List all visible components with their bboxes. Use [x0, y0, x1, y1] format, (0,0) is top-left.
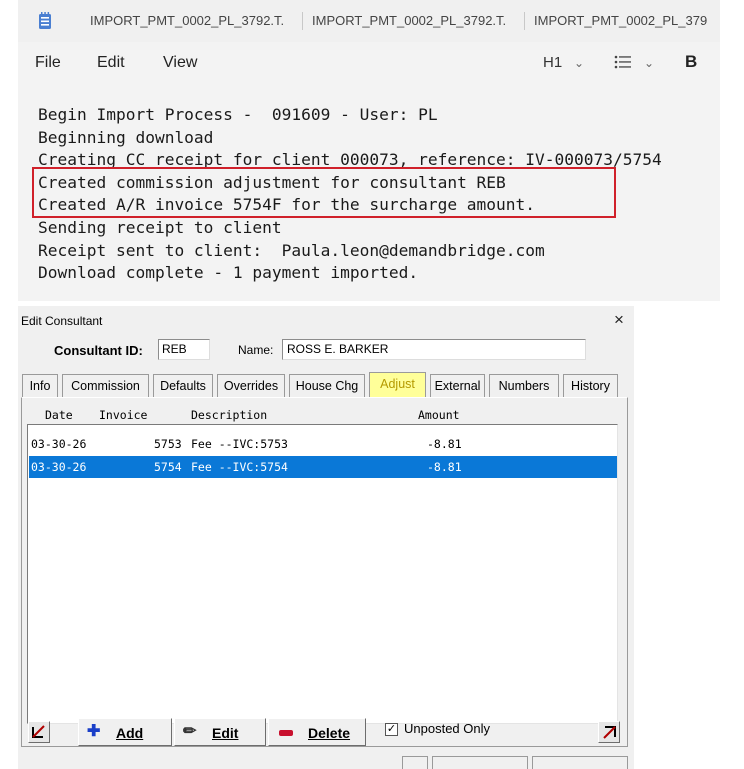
printer-icon[interactable]	[402, 756, 428, 769]
column-header-description[interactable]: Description	[191, 408, 267, 422]
row-date: 03-30-26	[31, 460, 87, 474]
bold-button[interactable]: B	[685, 52, 697, 72]
consultant-id-field[interactable]: REB	[158, 339, 210, 360]
first-record-button[interactable]	[28, 721, 50, 743]
edit-button[interactable]: ✏ Edit	[174, 718, 266, 746]
arrow-down-left-icon	[32, 725, 45, 738]
button-bar: ✚ Add ✏ Edit Delete	[18, 716, 634, 748]
partial-bottom-toolbar	[18, 756, 634, 769]
row-amount: -8.81	[427, 460, 462, 474]
tab-numbers[interactable]: Numbers	[489, 374, 559, 398]
text-line: Download complete - 1 payment imported.	[38, 263, 419, 283]
tab-info[interactable]: Info	[22, 374, 58, 398]
edit-consultant-dialog: Edit Consultant × Consultant ID: REB Nam…	[18, 306, 634, 769]
list-header: Date Invoice Description Amount	[18, 407, 634, 425]
add-button[interactable]: ✚ Add	[78, 718, 172, 746]
edit-button-label: Edit	[212, 725, 239, 741]
tab-external[interactable]: External	[430, 374, 485, 398]
notepad-tab-2[interactable]: IMPORT_PMT_0002_PL_3792.T.	[312, 10, 520, 32]
tab-adjust[interactable]: Adjust	[369, 372, 426, 398]
row-invoice: 5754	[154, 460, 182, 474]
last-record-button[interactable]	[598, 721, 620, 743]
exit-icon[interactable]	[532, 756, 628, 769]
tab-divider	[302, 12, 303, 30]
unposted-only-label[interactable]: Unposted Only	[404, 721, 490, 736]
list-item-selected[interactable]: 03-30-26 5754 Fee --IVC:5754 -8.81	[29, 456, 617, 478]
chevron-down-icon[interactable]: ⌄	[644, 55, 654, 71]
list-icon[interactable]	[614, 55, 632, 69]
tab-divider	[524, 12, 525, 30]
notepad-tab-1[interactable]: IMPORT_PMT_0002_PL_3792.T.	[90, 10, 298, 32]
column-header-amount[interactable]: Amount	[418, 408, 460, 422]
save-icon[interactable]	[432, 756, 528, 769]
text-line: Receipt sent to client: Paula.leon@deman…	[38, 240, 545, 260]
row-description: Fee --IVC:5753	[191, 437, 288, 451]
menu-file[interactable]: File	[35, 53, 61, 73]
notepad-menubar: File Edit View H1 ⌄ ⌄ B	[18, 42, 720, 82]
tab-commission[interactable]: Commission	[62, 374, 149, 398]
highlight-box	[32, 167, 616, 218]
name-field[interactable]: ROSS E. BARKER	[282, 339, 586, 360]
add-button-label: Add	[116, 725, 144, 741]
notepad-app-icon	[39, 12, 51, 29]
dialog-title: Edit Consultant	[21, 314, 103, 328]
tab-house-chg[interactable]: House Chg	[289, 374, 365, 398]
tab-row: Info Commission Defaults Overrides House…	[18, 372, 634, 398]
row-description: Fee --IVC:5754	[191, 460, 288, 474]
name-label: Name:	[238, 343, 274, 357]
menu-view[interactable]: View	[163, 53, 197, 73]
notepad-tab-3[interactable]: IMPORT_PMT_0002_PL_379	[534, 10, 720, 32]
text-line: Sending receipt to client	[38, 217, 282, 237]
list-item[interactable]: 03-30-26 5753 Fee --IVC:5753 -8.81	[29, 433, 617, 455]
row-invoice: 5753	[154, 437, 182, 451]
delete-button-label: Delete	[308, 725, 351, 741]
notepad-window: IMPORT_PMT_0002_PL_3792.T. IMPORT_PMT_00…	[18, 0, 720, 301]
unposted-only-checkbox[interactable]: ✓	[385, 723, 398, 736]
notepad-tab-strip: IMPORT_PMT_0002_PL_3792.T. IMPORT_PMT_00…	[18, 0, 720, 42]
tab-defaults[interactable]: Defaults	[153, 374, 213, 398]
close-icon[interactable]: ×	[609, 310, 629, 330]
text-line: Begin Import Process - 091609 - User: PL	[38, 105, 438, 124]
text-line: Beginning download	[38, 127, 214, 147]
tab-overrides[interactable]: Overrides	[217, 374, 285, 398]
arrow-up-right-icon	[603, 726, 616, 739]
minus-icon	[279, 730, 293, 736]
chevron-down-icon[interactable]: ⌄	[574, 55, 584, 71]
plus-icon: ✚	[87, 723, 101, 740]
delete-button[interactable]: Delete	[268, 718, 366, 746]
column-header-invoice[interactable]: Invoice	[99, 408, 147, 422]
consultant-id-label: Consultant ID:	[54, 343, 143, 358]
column-header-date[interactable]: Date	[45, 408, 73, 422]
adjustments-list[interactable]: 03-30-26 5753 Fee --IVC:5753 -8.81 03-30…	[27, 424, 618, 724]
menu-edit[interactable]: Edit	[97, 53, 125, 73]
row-date: 03-30-26	[31, 437, 87, 451]
heading-dropdown[interactable]: H1	[543, 53, 562, 73]
pencil-icon: ✏	[183, 723, 197, 740]
tab-history[interactable]: History	[563, 374, 618, 398]
row-amount: -8.81	[427, 437, 462, 451]
